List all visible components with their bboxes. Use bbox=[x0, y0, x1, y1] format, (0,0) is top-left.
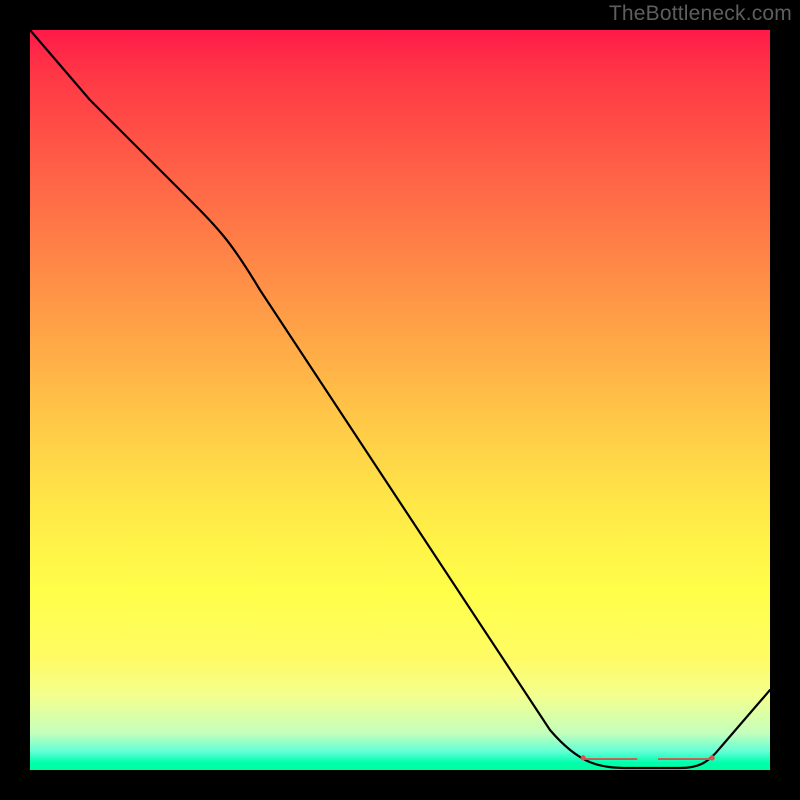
watermark-text: TheBottleneck.com bbox=[609, 2, 792, 26]
chart-frame: TheBottleneck.com •——— ———• bbox=[0, 0, 800, 800]
marker-left: •——— bbox=[580, 748, 636, 769]
line-curve bbox=[30, 30, 770, 770]
marker-right: ———• bbox=[658, 748, 714, 769]
plot-area: •——— ———• bbox=[30, 30, 770, 770]
